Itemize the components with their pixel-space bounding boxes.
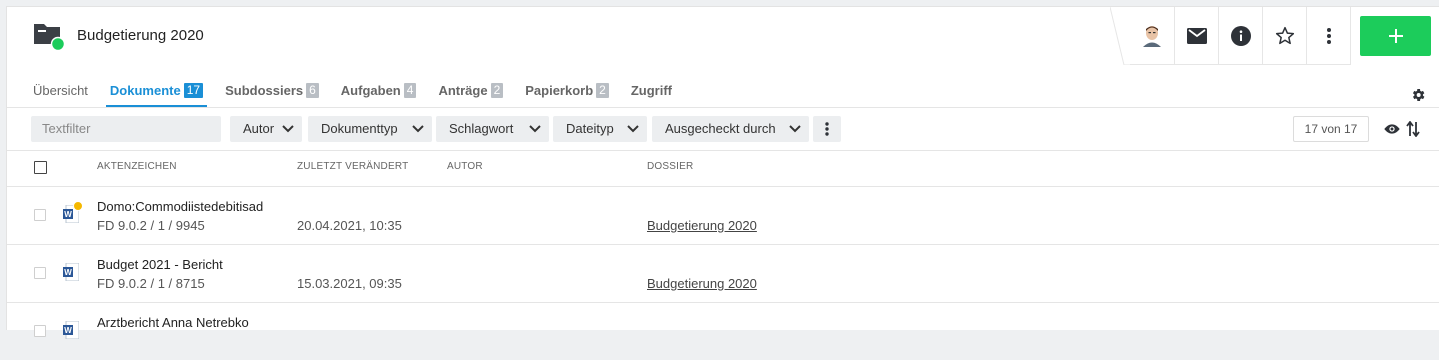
- column-header-dossier[interactable]: DOSSIER: [647, 161, 693, 172]
- more-vert-icon: [825, 122, 829, 136]
- header: Budgetierung 2020: [7, 7, 1439, 65]
- dossier-folder-icon: [34, 24, 65, 51]
- svg-text:W: W: [64, 268, 72, 277]
- row-checkbox[interactable]: [34, 325, 46, 337]
- tab-badge: 17: [183, 83, 204, 98]
- tab-dokumente[interactable]: Dokumente 17: [105, 83, 208, 107]
- table-row[interactable]: W Arztbericht Anna Netrebko: [7, 303, 1439, 360]
- more-vert-icon: [1326, 27, 1331, 44]
- tab-badge: 2: [596, 83, 609, 98]
- tab-badge: 4: [403, 83, 417, 98]
- tab-label: Anträge: [438, 83, 488, 98]
- page-title: Budgetierung 2020: [77, 27, 204, 44]
- svg-text:W: W: [64, 326, 72, 335]
- filter-bar: Textfilter Autor Dokumenttyp Schlagwort …: [7, 108, 1439, 151]
- more-actions-button[interactable]: [1306, 7, 1350, 65]
- tab-antraege[interactable]: Anträge 2: [434, 83, 507, 107]
- header-actions: [1110, 7, 1439, 65]
- filter-label: Schlagwort: [449, 121, 514, 136]
- filter-ausgecheckt-durch[interactable]: Ausgecheckt durch: [652, 116, 809, 142]
- row-checkbox[interactable]: [34, 209, 46, 221]
- mail-button[interactable]: [1174, 7, 1218, 65]
- add-wrapper: [1350, 7, 1439, 65]
- tab-papierkorb[interactable]: Papierkorb 2: [521, 83, 613, 107]
- tab-label: Subdossiers: [225, 83, 304, 98]
- sort-icon[interactable]: [1406, 121, 1420, 137]
- favorite-button[interactable]: [1262, 7, 1306, 65]
- filter-autor[interactable]: Autor: [230, 116, 302, 142]
- mail-icon: [1186, 27, 1207, 44]
- filter-label: Dateityp: [566, 121, 614, 136]
- tab-zugriff[interactable]: Zugriff: [627, 83, 676, 107]
- result-count: 17 von 17: [1293, 116, 1369, 142]
- document-title[interactable]: Domo:Commodiistedebitisad: [97, 199, 263, 214]
- document-modified-date: 15.03.2021, 09:35: [297, 276, 402, 291]
- tab-label: Übersicht: [33, 83, 88, 98]
- filter-label: Ausgecheckt durch: [665, 121, 776, 136]
- document-modified-date: 20.04.2021, 10:35: [297, 218, 402, 233]
- filter-dateityp[interactable]: Dateityp: [553, 116, 647, 142]
- chevron-down-icon: [282, 125, 294, 133]
- select-all-checkbox[interactable]: [34, 161, 47, 174]
- tab-badge: 2: [490, 83, 504, 98]
- svg-text:W: W: [64, 210, 72, 219]
- column-header-zuletzt-veraendert[interactable]: ZULETZT VERÄNDERT: [297, 161, 408, 172]
- column-header-autor[interactable]: AUTOR: [447, 161, 483, 172]
- chevron-down-icon: [627, 125, 639, 133]
- filter-label: Dokumenttyp: [321, 121, 398, 136]
- page: Budgetierung 2020 Übersicht Dokumente 17…: [6, 6, 1439, 339]
- table-row[interactable]: W Domo:Commodiistedebitisad FD 9.0.2 / 1…: [7, 187, 1439, 245]
- tab-label: Papierkorb: [525, 83, 594, 98]
- document-reference: FD 9.0.2 / 1 / 9945: [97, 218, 205, 233]
- add-button[interactable]: [1360, 16, 1431, 56]
- star-icon: [1275, 26, 1294, 44]
- tab-bar: Übersicht Dokumente 17 Subdossiers 6 Aufga…: [29, 83, 690, 107]
- tab-label: Aufgaben: [340, 83, 401, 98]
- filter-label: Autor: [243, 121, 275, 136]
- chevron-down-icon: [412, 125, 424, 133]
- word-document-icon: W: [63, 321, 79, 339]
- avatar[interactable]: [1130, 7, 1174, 65]
- checked-out-indicator: [73, 201, 83, 211]
- avatar-icon: [1143, 25, 1161, 47]
- table-header: AKTENZEICHEN ZULETZT VERÄNDERT AUTOR DOS…: [7, 150, 1439, 187]
- document-dossier-link[interactable]: Budgetierung 2020: [647, 218, 757, 233]
- column-header-aktenzeichen[interactable]: AKTENZEICHEN: [97, 161, 177, 172]
- tab-subdossiers[interactable]: Subdossiers 6: [221, 83, 323, 107]
- filter-schlagwort[interactable]: Schlagwort: [436, 116, 549, 142]
- header-divider: [1110, 7, 1130, 65]
- document-reference: FD 9.0.2 / 1 / 8715: [97, 276, 205, 291]
- chevron-down-icon: [789, 125, 801, 133]
- eye-icon[interactable]: [1384, 122, 1400, 136]
- info-button[interactable]: [1218, 7, 1262, 65]
- chevron-down-icon: [529, 125, 541, 133]
- text-filter-input[interactable]: Textfilter: [31, 116, 221, 142]
- document-title[interactable]: Budget 2021 - Bericht: [97, 257, 223, 272]
- tab-label: Zugriff: [630, 83, 673, 98]
- filter-dokumenttyp[interactable]: Dokumenttyp: [308, 116, 432, 142]
- more-filters-button[interactable]: [813, 116, 841, 142]
- document-title[interactable]: Arztbericht Anna Netrebko: [97, 315, 249, 330]
- tab-label: Dokumente: [109, 83, 181, 98]
- document-dossier-link[interactable]: Budgetierung 2020: [647, 276, 757, 291]
- tab-uebersicht[interactable]: Übersicht: [29, 83, 92, 107]
- word-document-icon: W: [63, 263, 79, 281]
- info-icon: [1230, 25, 1251, 46]
- row-checkbox[interactable]: [34, 267, 46, 279]
- tab-badge: 6: [306, 83, 319, 98]
- tab-aufgaben[interactable]: Aufgaben 4: [337, 83, 421, 107]
- settings-gear-icon[interactable]: [1410, 87, 1426, 103]
- table-row[interactable]: W Budget 2021 - Bericht FD 9.0.2 / 1 / 8…: [7, 245, 1439, 303]
- plus-icon: [1388, 29, 1403, 43]
